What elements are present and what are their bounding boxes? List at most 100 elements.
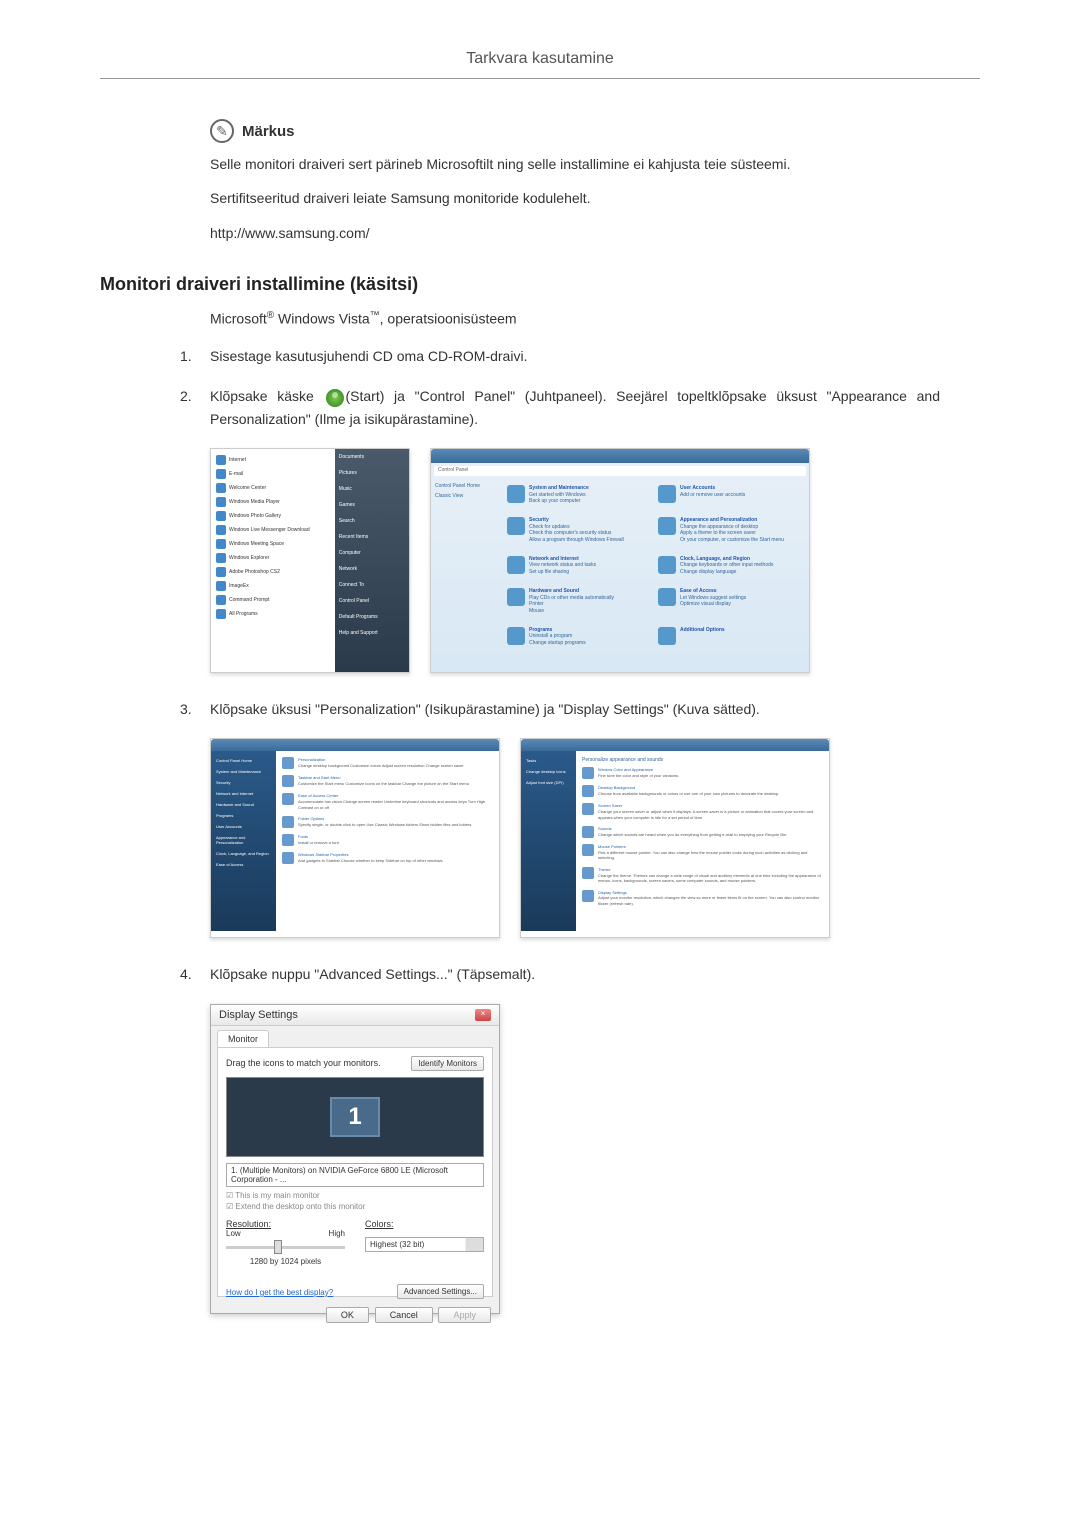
ds-colors-label: Colors:: [365, 1219, 484, 1229]
pers2-item[interactable]: Display SettingsAdjust your monitor reso…: [582, 890, 823, 907]
start-menu-right-item[interactable]: Computer: [335, 545, 409, 561]
cp-category[interactable]: ProgramsUninstall a programChange startu…: [507, 627, 652, 653]
screenshot-row-2: Control Panel HomeSystem and Maintenance…: [210, 738, 980, 938]
start-menu-right-item[interactable]: Help and Support: [335, 625, 409, 641]
cp-category[interactable]: System and MaintenanceGet started with W…: [507, 485, 652, 511]
start-menu-right-item[interactable]: Documents: [335, 449, 409, 465]
pers-side-item[interactable]: System and Maintenance: [215, 766, 272, 777]
step-3-text: Klõpsake üksusi "Personalization" (Isiku…: [210, 698, 940, 720]
cp-side-home: Control Panel Home: [435, 483, 497, 489]
start-menu-item[interactable]: Windows Explorer: [215, 551, 331, 565]
pers-side-item[interactable]: Control Panel Home: [215, 755, 272, 766]
cp-address-bar: Control Panel: [434, 466, 806, 476]
cp-side-classic: Classic View: [435, 493, 497, 499]
section-heading: Monitori draiveri installimine (käsitsi): [100, 274, 980, 295]
cp-category[interactable]: Additional Options: [658, 627, 803, 653]
note-text-1: Selle monitori draiveri sert pärineb Mic…: [210, 153, 940, 175]
pers-item[interactable]: Windows Sidebar PropertiesAdd gadgets to…: [282, 852, 493, 864]
ds-drag-text: Drag the icons to match your monitors.: [226, 1058, 381, 1068]
ok-button[interactable]: OK: [326, 1307, 369, 1323]
pers-side-item[interactable]: Clock, Language, and Region: [215, 848, 272, 859]
note-label: Märkus: [242, 123, 295, 140]
note-text-2: Sertifitseeritud draiveri leiate Samsung…: [210, 187, 940, 209]
close-icon[interactable]: ×: [475, 1009, 491, 1021]
ds-colors-select[interactable]: Highest (32 bit): [365, 1237, 484, 1252]
ds-res-value: 1280 by 1024 pixels: [226, 1257, 345, 1266]
ds-check-main[interactable]: ☑ This is my main monitor: [226, 1191, 484, 1200]
step-4-text: Klõpsake nuppu "Advanced Settings..." (T…: [210, 963, 940, 985]
pers-side-item[interactable]: Ease of Access: [215, 859, 272, 870]
pers2-item[interactable]: Desktop BackgroundChoose from available …: [582, 785, 823, 797]
cp-category[interactable]: Hardware and SoundPlay CDs or other medi…: [507, 588, 652, 621]
ds-resolution-label: Resolution:: [226, 1219, 345, 1229]
pers-side-item[interactable]: Security: [215, 777, 272, 788]
ds-resolution-slider[interactable]: [226, 1246, 345, 1249]
start-orb-icon: [326, 389, 344, 407]
pers-item[interactable]: Folder OptionsSpecify single- or double-…: [282, 816, 493, 828]
start-menu-right-item[interactable]: Default Programs: [335, 609, 409, 625]
start-menu-right-item[interactable]: Recent Items: [335, 529, 409, 545]
start-menu-item[interactable]: Welcome Center: [215, 481, 331, 495]
pers2-header: Personalize appearance and sounds: [582, 757, 823, 763]
start-menu-item[interactable]: Windows Media Player: [215, 495, 331, 509]
pers-side-item[interactable]: Hardware and Sound: [215, 799, 272, 810]
pers-item[interactable]: PersonalizationChange desktop background…: [282, 757, 493, 769]
step-1: 1. Sisestage kasutusjuhendi CD oma CD-RO…: [180, 345, 940, 367]
pers-item[interactable]: Ease of Access CenterAccommodate low vis…: [282, 793, 493, 810]
start-menu-item[interactable]: Windows Photo Gallery: [215, 509, 331, 523]
screenshot-appearance: Control Panel HomeSystem and Maintenance…: [210, 738, 500, 938]
start-menu-item[interactable]: ImageEx: [215, 579, 331, 593]
start-menu-item[interactable]: Windows Meeting Space: [215, 537, 331, 551]
pers2-item[interactable]: Window Color and AppearanceFine tune the…: [582, 767, 823, 779]
cp-category[interactable]: User AccountsAdd or remove user accounts: [658, 485, 803, 511]
cancel-button[interactable]: Cancel: [375, 1307, 433, 1323]
pers2-item[interactable]: Screen SaverChange your screen saver or …: [582, 803, 823, 820]
pers-item[interactable]: Taskbar and Start MenuCustomize the Star…: [282, 775, 493, 787]
start-menu-right-item[interactable]: Control Panel: [335, 593, 409, 609]
pers-side-item[interactable]: Network and Internet: [215, 788, 272, 799]
apply-button[interactable]: Apply: [438, 1307, 491, 1323]
identify-monitors-button[interactable]: Identify Monitors: [411, 1056, 484, 1071]
screenshot-display-settings: Display Settings × Monitor Drag the icon…: [210, 1004, 500, 1314]
step-3: 3. Klõpsake üksusi "Personalization" (Is…: [180, 698, 940, 720]
screenshot-start-menu: InternetE-mailWelcome CenterWindows Medi…: [210, 448, 410, 673]
start-menu-right-item[interactable]: Music: [335, 481, 409, 497]
start-menu-right-item[interactable]: Search: [335, 513, 409, 529]
ds-monitor-1[interactable]: 1: [330, 1097, 380, 1137]
step-2: 2. Klõpsake käske (Start) ja "Control Pa…: [180, 385, 940, 430]
pers2-item[interactable]: Mouse PointersPick a different mouse poi…: [582, 844, 823, 861]
pers-side-item[interactable]: Programs: [215, 810, 272, 821]
screenshot-control-panel: Control Panel Control Panel Home Classic…: [430, 448, 810, 673]
advanced-settings-button[interactable]: Advanced Settings...: [397, 1284, 484, 1299]
start-menu-right-item[interactable]: Connect To: [335, 577, 409, 593]
start-menu-right-item[interactable]: Games: [335, 497, 409, 513]
ds-monitor-select[interactable]: 1. (Multiple Monitors) on NVIDIA GeForce…: [226, 1163, 484, 1187]
cp-category[interactable]: Appearance and PersonalizationChange the…: [658, 517, 803, 550]
cp-category[interactable]: SecurityCheck for updatesCheck this comp…: [507, 517, 652, 550]
ds-res-low: Low: [226, 1229, 241, 1238]
start-menu-item[interactable]: Windows Live Messenger Download: [215, 523, 331, 537]
start-menu-item[interactable]: Adobe Photoshop CS2: [215, 565, 331, 579]
pers-side-item[interactable]: Appearance and Personalization: [215, 832, 272, 848]
ds-check-extend[interactable]: ☑ Extend the desktop onto this monitor: [226, 1202, 484, 1211]
start-menu-item[interactable]: Internet: [215, 453, 331, 467]
step-4: 4. Klõpsake nuppu "Advanced Settings..."…: [180, 963, 940, 985]
start-menu-item[interactable]: Command Prompt: [215, 593, 331, 607]
pers-side-item[interactable]: User Accounts: [215, 821, 272, 832]
note-url: http://www.samsung.com/: [210, 222, 940, 244]
start-menu-right-item[interactable]: Pictures: [335, 465, 409, 481]
cp-category[interactable]: Network and InternetView network status …: [507, 556, 652, 582]
cp-category[interactable]: Clock, Language, and RegionChange keyboa…: [658, 556, 803, 582]
start-menu-item[interactable]: All Programs: [215, 607, 331, 621]
start-menu-item[interactable]: E-mail: [215, 467, 331, 481]
ds-help-link[interactable]: How do I get the best display?: [226, 1288, 333, 1297]
pers2-item[interactable]: ThemeChange the theme. Themes can change…: [582, 867, 823, 884]
pers-item[interactable]: FontsInstall or remove a font: [282, 834, 493, 846]
ds-tab-monitor[interactable]: Monitor: [217, 1030, 269, 1047]
pers2-item[interactable]: SoundsChange which sounds are heard when…: [582, 826, 823, 838]
step-2-text: Klõpsake käske (Start) ja "Control Panel…: [210, 385, 940, 430]
ds-title-text: Display Settings: [219, 1009, 298, 1021]
start-menu-right-item[interactable]: Network: [335, 561, 409, 577]
ds-monitor-preview: 1: [226, 1077, 484, 1157]
cp-category[interactable]: Ease of AccessLet Windows suggest settin…: [658, 588, 803, 621]
